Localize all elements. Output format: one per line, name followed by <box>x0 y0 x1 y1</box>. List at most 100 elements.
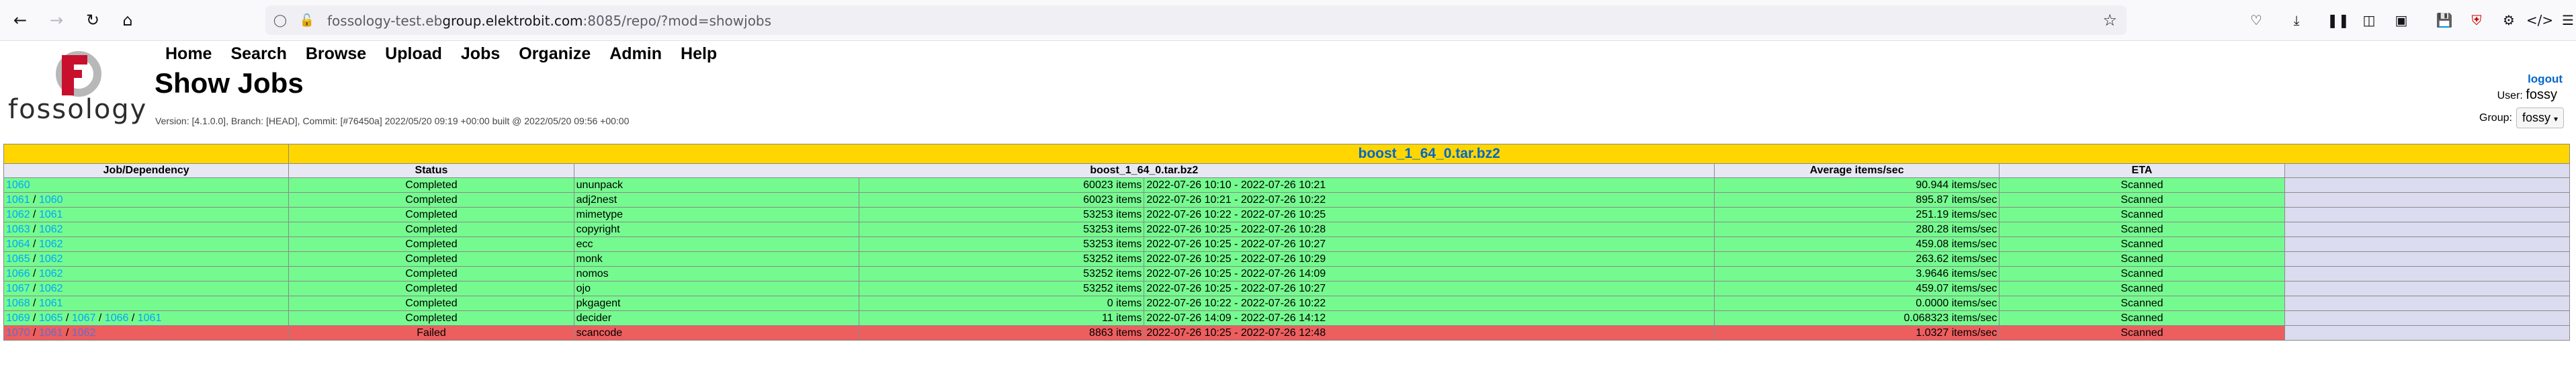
shield-icon[interactable]: ◯ <box>272 12 288 28</box>
dependency-separator: / <box>30 312 39 324</box>
dependency-separator: / <box>30 297 39 309</box>
dependency-link[interactable]: 1061 <box>39 209 63 220</box>
job-items-cell: 53252 items <box>858 266 1145 282</box>
logout-link[interactable]: logout <box>2528 73 2563 86</box>
job-id-link[interactable]: 1068 <box>6 298 30 309</box>
dependency-link[interactable]: 1061 <box>39 327 63 339</box>
job-average-cell: 459.08 items/sec <box>1713 236 2000 252</box>
menu-hamburger-icon[interactable]: ☰ <box>2557 9 2576 31</box>
job-average-cell: 90.944 items/sec <box>1713 177 2000 193</box>
url-text[interactable]: fossology-test.ebgroup.elektrobit.com:80… <box>327 13 771 29</box>
job-id-link[interactable]: 1066 <box>6 268 30 279</box>
dependency-link[interactable]: 1062 <box>39 239 63 250</box>
devtools-icon[interactable]: </> <box>2526 9 2553 31</box>
settings-gear-icon[interactable]: ⚙ <box>2498 9 2520 31</box>
menu-item-jobs[interactable]: Jobs <box>461 44 500 64</box>
dependency-separator: / <box>30 208 39 220</box>
job-extra-cell <box>2284 251 2571 267</box>
sidebar-icon[interactable]: ◫ <box>2358 9 2380 31</box>
dependency-link[interactable]: 1061 <box>138 312 162 324</box>
insecure-lock-icon[interactable]: 🔓 <box>299 12 315 28</box>
job-id-link[interactable]: 1065 <box>6 253 30 265</box>
user-value: fossy <box>2526 87 2557 102</box>
job-eta-cell: Scanned <box>1999 296 2285 311</box>
job-id-link[interactable]: 1064 <box>6 239 30 250</box>
container-icon[interactable]: ▣ <box>2391 9 2412 31</box>
job-average-cell: 3.9646 items/sec <box>1713 266 2000 282</box>
job-dependency-cell: 1063 / 1062 <box>3 222 290 237</box>
job-id-link[interactable]: 1070 <box>6 327 30 339</box>
address-bar[interactable]: ◯ 🔓 fossology-test.ebgroup.elektrobit.co… <box>265 5 2127 35</box>
forward-arrow-icon[interactable]: → <box>44 8 69 32</box>
job-row: 1069 / 1065 / 1067 / 1066 / 1061 Complete… <box>3 310 2571 326</box>
menu-item-help[interactable]: Help <box>681 44 717 64</box>
group-select[interactable]: fossy ▾ <box>2516 107 2564 128</box>
menu-item-upload[interactable]: Upload <box>385 44 442 64</box>
job-row: 1063 / 1062 Completed copyright 53253 items… <box>3 222 2571 237</box>
dependency-link[interactable]: 1062 <box>39 283 63 294</box>
job-dependency-cell: 1066 / 1062 <box>3 266 290 282</box>
dependency-link[interactable]: 1060 <box>39 194 63 206</box>
job-agent-cell: adj2nest <box>573 192 859 208</box>
extension-shield-icon[interactable]: ⛨ <box>2466 9 2487 31</box>
menu-item-search[interactable]: Search <box>230 44 286 64</box>
job-average-cell: 0.068323 items/sec <box>1713 310 2000 326</box>
job-eta-cell: Scanned <box>1999 177 2285 193</box>
job-time-cell: 2022-07-26 10:10 - 2022-07-26 10:21 <box>1144 177 1715 193</box>
job-eta-cell: Scanned <box>1999 236 2285 252</box>
menu-item-organize[interactable]: Organize <box>519 44 591 64</box>
job-row: 1067 / 1062 Completed ojo 53252 items 2022-0… <box>3 281 2571 296</box>
job-status-cell: Completed <box>288 207 574 222</box>
job-extra-cell <box>2284 266 2571 282</box>
job-id-link[interactable]: 1062 <box>6 209 30 220</box>
job-items-cell: 60023 items <box>858 177 1145 193</box>
library-icon[interactable]: ❚❚ <box>2327 9 2350 31</box>
job-id-link[interactable]: 1069 <box>6 312 30 324</box>
job-status-cell: Failed <box>288 325 574 341</box>
job-eta-cell: Scanned <box>1999 207 2285 222</box>
dependency-link[interactable]: 1066 <box>105 312 129 324</box>
pocket-icon[interactable]: ♡ <box>2245 9 2267 31</box>
menu-item-home[interactable]: Home <box>165 44 212 64</box>
dependency-link[interactable]: 1062 <box>72 327 96 339</box>
job-id-link[interactable]: 1061 <box>6 194 30 206</box>
back-arrow-icon[interactable]: ← <box>8 8 32 32</box>
job-dependency-cell: 1070 / 1061 / 1062 <box>3 325 290 341</box>
version-info: Version: [4.1.0.0], Branch: [HEAD], Comm… <box>155 116 630 126</box>
job-dependency-cell: 1061 / 1060 <box>3 192 290 208</box>
job-row: 1061 / 1060 Completed adj2nest 60023 items 2… <box>3 192 2571 208</box>
job-agent-cell: monk <box>573 251 859 267</box>
menu-item-browse[interactable]: Browse <box>306 44 366 64</box>
group-value: fossy <box>2522 111 2550 124</box>
bookmark-star-icon[interactable]: ☆ <box>2102 11 2117 30</box>
job-id-link[interactable]: 1060 <box>6 179 30 191</box>
job-agent-cell: ununpack <box>573 177 859 193</box>
job-id-link[interactable]: 1063 <box>6 224 30 235</box>
job-extra-cell <box>2284 177 2571 193</box>
job-items-cell: 53253 items <box>858 207 1145 222</box>
job-row: 1065 / 1062 Completed monk 53252 items 2022-… <box>3 251 2571 267</box>
menu-item-admin[interactable]: Admin <box>609 44 662 64</box>
reload-icon[interactable]: ↻ <box>81 8 105 32</box>
dependency-separator: / <box>30 193 39 206</box>
dependency-link[interactable]: 1062 <box>39 268 63 279</box>
dependency-link[interactable]: 1061 <box>39 298 63 309</box>
job-agent-cell: scancode <box>573 325 859 341</box>
job-agent-cell: decider <box>573 310 859 326</box>
download-icon[interactable]: ⤓ <box>2286 9 2307 31</box>
dependency-link[interactable]: 1065 <box>39 312 63 324</box>
job-items-cell: 11 items <box>858 310 1145 326</box>
dependency-link[interactable]: 1062 <box>39 224 63 235</box>
job-average-cell: 1.0327 items/sec <box>1713 325 2000 341</box>
home-icon[interactable]: ⌂ <box>116 8 140 32</box>
job-eta-cell: Scanned <box>1999 222 2285 237</box>
job-extra-cell <box>2284 325 2571 341</box>
dependency-link[interactable]: 1067 <box>72 312 96 324</box>
save-icon[interactable]: 💾 <box>2434 9 2455 31</box>
job-status-cell: Completed <box>288 266 574 282</box>
job-extra-cell <box>2284 310 2571 326</box>
upload-name-link[interactable]: boost_1_64_0.tar.bz2 <box>288 144 2570 164</box>
dependency-link[interactable]: 1062 <box>39 253 63 265</box>
job-id-link[interactable]: 1067 <box>6 283 30 294</box>
job-time-cell: 2022-07-26 10:25 - 2022-07-26 14:09 <box>1144 266 1715 282</box>
